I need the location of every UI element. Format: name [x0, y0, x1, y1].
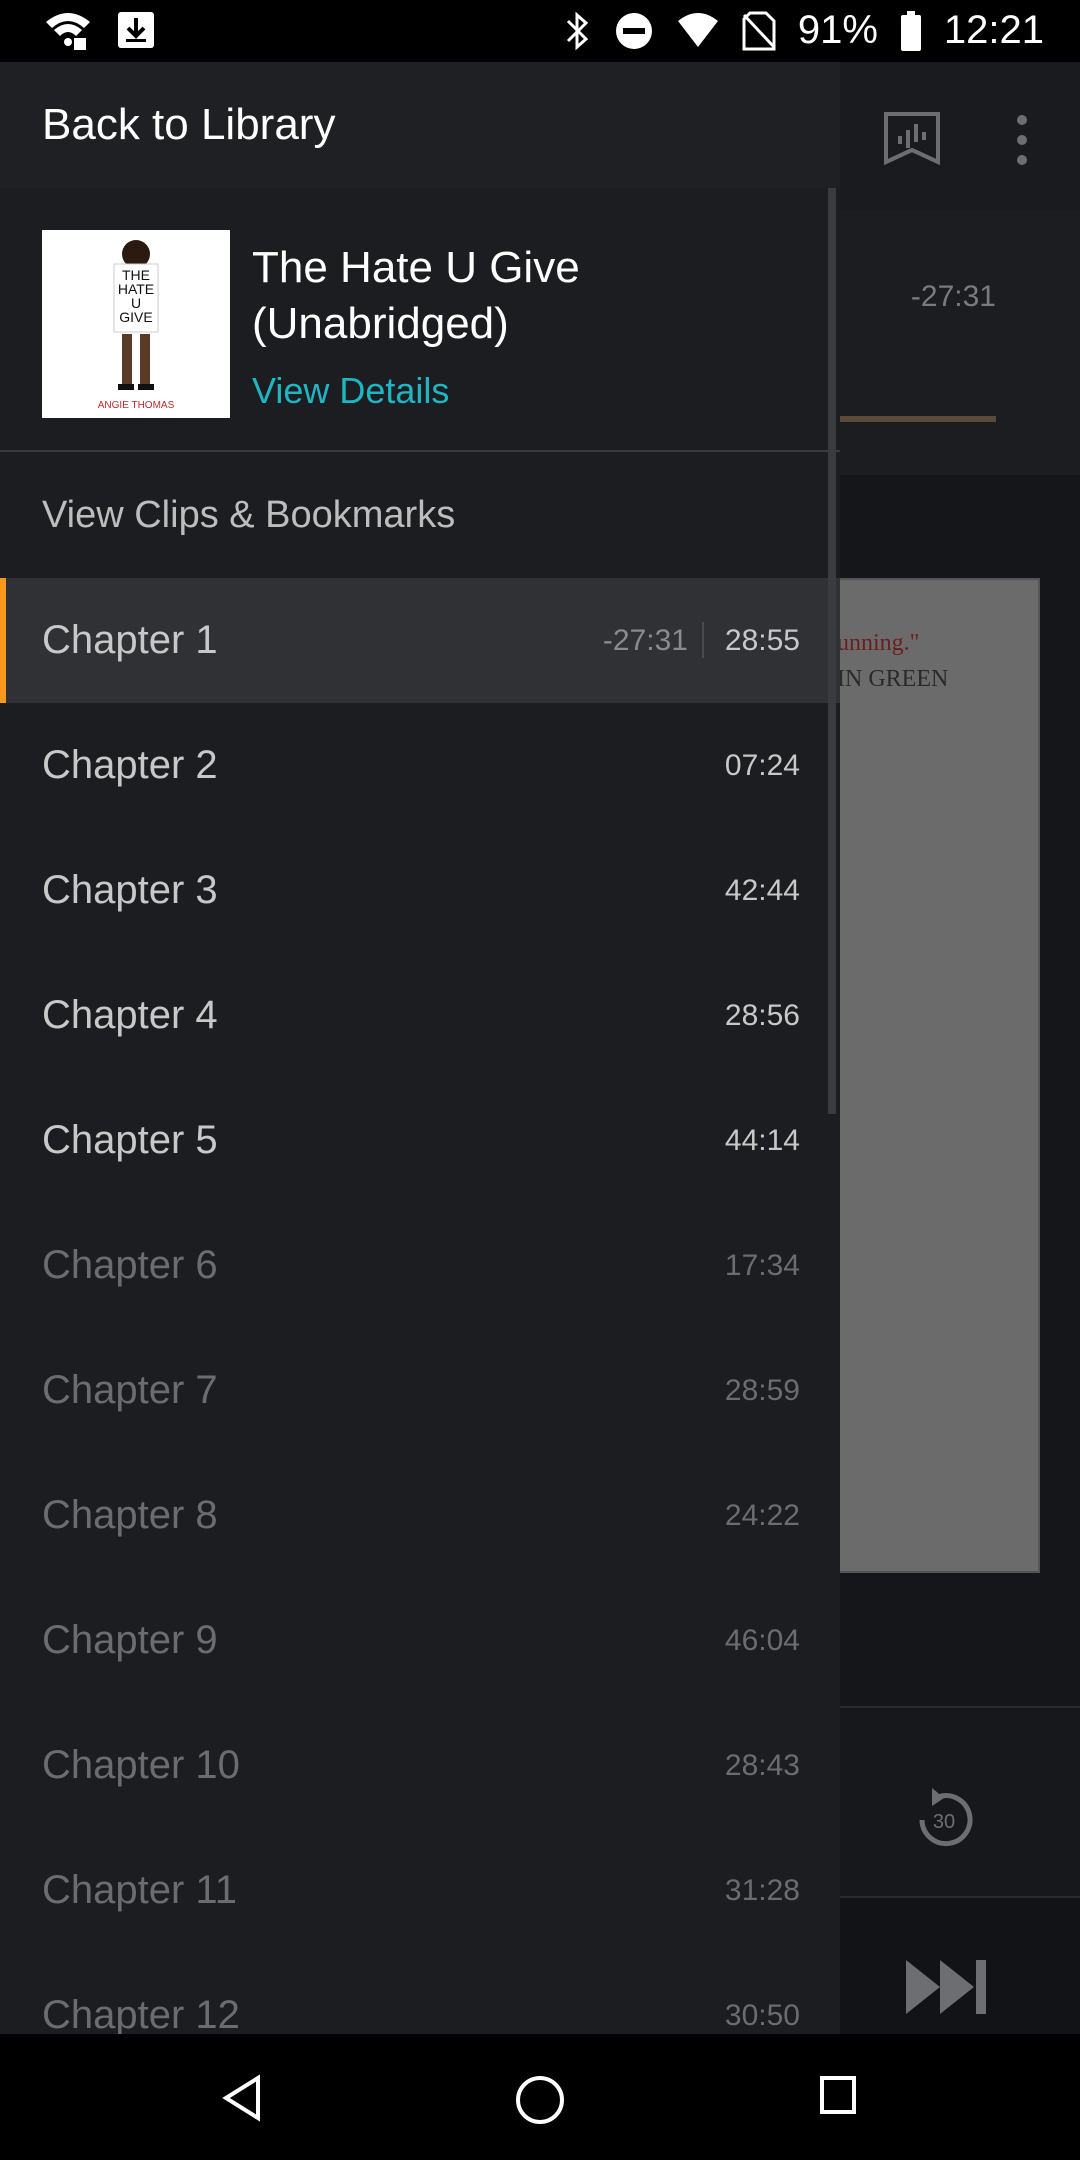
view-clips-bookmarks-button[interactable]: View Clips & Bookmarks — [0, 452, 840, 578]
page-text-line-1: unning." — [837, 630, 920, 656]
bookmark-icon[interactable] — [882, 110, 942, 170]
more-options-icon[interactable] — [1010, 112, 1034, 168]
chapter-item[interactable]: Chapter 8 24:22 — [0, 1453, 840, 1578]
book-info: THE HATE U GIVE ANGIE THOMAS The Hate U … — [0, 188, 840, 452]
chapter-name: Chapter 8 — [42, 1493, 218, 1537]
chapter-name: Chapter 3 — [42, 868, 218, 912]
skip-back-30-icon[interactable]: 30 — [908, 1784, 980, 1856]
book-cover[interactable]: THE HATE U GIVE ANGIE THOMAS — [42, 230, 230, 418]
chapter-duration: 44:14 — [724, 1123, 800, 1157]
chapter-duration: 28:43 — [724, 1748, 800, 1782]
chapter-duration: 28:56 — [724, 998, 800, 1032]
chapter-item[interactable]: Chapter 4 28:56 — [0, 953, 840, 1078]
book-cover-art: THE HATE U GIVE ANGIE THOMAS — [42, 230, 230, 418]
chapter-name: Chapter 12 — [42, 1993, 240, 2034]
skip-back-label: 30 — [933, 1811, 955, 1833]
chapter-item[interactable]: Chapter 12 30:50 — [0, 1953, 840, 2034]
back-to-library-label: Back to Library — [42, 100, 336, 149]
do-not-disturb-icon — [615, 12, 652, 49]
no-sim-icon — [742, 11, 776, 50]
recents-nav-icon[interactable] — [818, 2074, 858, 2118]
chapter-duration: 30:50 — [724, 1998, 800, 2032]
wifi-icon — [46, 13, 90, 50]
chapter-item[interactable]: Chapter 1 -27:31 28:55 — [0, 578, 840, 703]
status-bar: 91% 12:21 — [0, 0, 1080, 62]
cover-title-line-4: GIVE — [119, 309, 152, 325]
time-divider — [702, 622, 704, 658]
active-chapter-indicator — [0, 578, 6, 703]
signal-icon — [677, 12, 718, 47]
book-page-preview — [835, 578, 1040, 1573]
view-details-link[interactable]: View Details — [252, 370, 449, 412]
chapter-name: Chapter 11 — [42, 1868, 237, 1912]
chapter-item[interactable]: Chapter 10 28:43 — [0, 1703, 840, 1828]
chapter-name: Chapter 10 — [42, 1743, 240, 1787]
chapter-duration: 46:04 — [724, 1623, 800, 1657]
chapter-item[interactable]: Chapter 11 31:28 — [0, 1828, 840, 1953]
chapter-item[interactable]: Chapter 2 07:24 — [0, 703, 840, 828]
bluetooth-icon — [566, 11, 589, 50]
chapter-remaining-time: -27:31 — [602, 623, 688, 657]
chapter-list: Chapter 1 -27:31 28:55 Chapter 2 07:24 Chapte… — [0, 578, 840, 2034]
chapter-name: Chapter 6 — [42, 1243, 218, 1287]
battery-percent: 91% — [797, 8, 878, 52]
chapter-duration: 31:28 — [724, 1873, 800, 1907]
chapter-name: Chapter 5 — [42, 1118, 218, 1162]
page-text-line-2: IN GREEN — [837, 666, 949, 692]
chapter-duration: 07:24 — [724, 748, 800, 782]
download-icon — [118, 12, 154, 48]
chapter-duration: 17:34 — [724, 1248, 800, 1282]
chapter-name: Chapter 2 — [42, 743, 218, 787]
battery-icon — [900, 10, 921, 51]
chapter-item[interactable]: Chapter 3 42:44 — [0, 828, 840, 953]
clock: 12:21 — [943, 8, 1044, 52]
navigation-bar — [0, 2034, 1080, 2160]
player-time-remaining: -27:31 — [910, 280, 996, 313]
book-title: The Hate U Give (Unabridged) — [252, 243, 580, 348]
next-chapter-icon[interactable] — [904, 1958, 990, 2016]
cover-author: ANGIE THOMAS — [98, 400, 175, 411]
home-nav-icon[interactable] — [514, 2074, 566, 2126]
chapters-drawer: Back to Library THE HATE U GIVE ANGIE TH… — [0, 62, 840, 2034]
chapter-item[interactable]: Chapter 7 28:59 — [0, 1328, 840, 1453]
chapter-name: Chapter 4 — [42, 993, 218, 1037]
chapter-duration: 28:55 — [724, 623, 800, 657]
chapter-name: Chapter 7 — [42, 1368, 218, 1412]
chapter-item[interactable]: Chapter 5 44:14 — [0, 1078, 840, 1203]
chapter-duration: 42:44 — [724, 873, 800, 907]
chapter-duration: 24:22 — [724, 1498, 800, 1532]
drawer-scrollbar[interactable] — [828, 188, 836, 1114]
chapter-name: Chapter 1 — [42, 618, 218, 662]
progress-bar[interactable] — [838, 416, 996, 422]
chapter-duration: 28:59 — [724, 1373, 800, 1407]
chapter-name: Chapter 9 — [42, 1618, 218, 1662]
back-nav-icon[interactable] — [220, 2074, 264, 2122]
chapter-item[interactable]: Chapter 9 46:04 — [0, 1578, 840, 1703]
chapter-item[interactable]: Chapter 6 17:34 — [0, 1203, 840, 1328]
back-to-library-button[interactable]: Back to Library — [0, 62, 840, 188]
